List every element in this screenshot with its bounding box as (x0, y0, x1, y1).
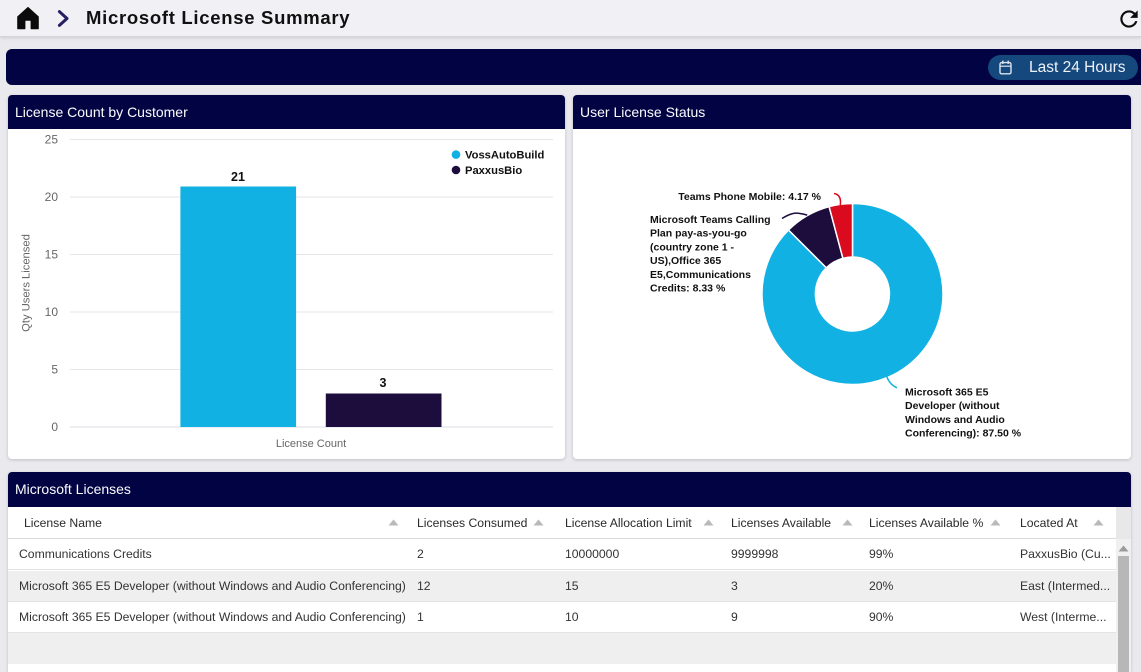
svg-text:Windows and Audio: Windows and Audio (905, 414, 1005, 426)
svg-text:3: 3 (380, 376, 387, 390)
svg-text:PaxxusBio: PaxxusBio (465, 165, 522, 177)
svg-text:Credits: 8.33 %: Credits: 8.33 % (650, 283, 726, 295)
svg-text:Microsoft 365 E5: Microsoft 365 E5 (905, 387, 989, 399)
svg-text:Conferencing): 87.50 %: Conferencing): 87.50 % (905, 428, 1022, 440)
svg-text:25: 25 (45, 133, 59, 147)
svg-text:US),Office 365: US),Office 365 (650, 255, 721, 267)
svg-text:License Count: License Count (276, 438, 346, 450)
svg-text:Developer (without: Developer (without (905, 400, 1000, 412)
svg-text:0: 0 (51, 420, 58, 434)
svg-text:21: 21 (231, 170, 245, 184)
svg-text:VossAutoBuild: VossAutoBuild (465, 150, 545, 162)
svg-text:20: 20 (45, 190, 59, 204)
svg-text:15: 15 (45, 248, 59, 262)
svg-text:5: 5 (51, 363, 58, 377)
svg-text:10: 10 (45, 305, 59, 319)
svg-text:Plan pay-as-you-go: Plan pay-as-you-go (650, 228, 747, 240)
svg-text:Qty Users Licensed: Qty Users Licensed (21, 234, 33, 332)
svg-text:Teams Phone Mobile: 4.17 %: Teams Phone Mobile: 4.17 % (678, 191, 821, 203)
svg-text:(country zone 1 -: (country zone 1 - (650, 241, 735, 253)
svg-text:Microsoft Teams Calling: Microsoft Teams Calling (650, 214, 771, 226)
svg-text:E5,Communications: E5,Communications (650, 269, 751, 281)
